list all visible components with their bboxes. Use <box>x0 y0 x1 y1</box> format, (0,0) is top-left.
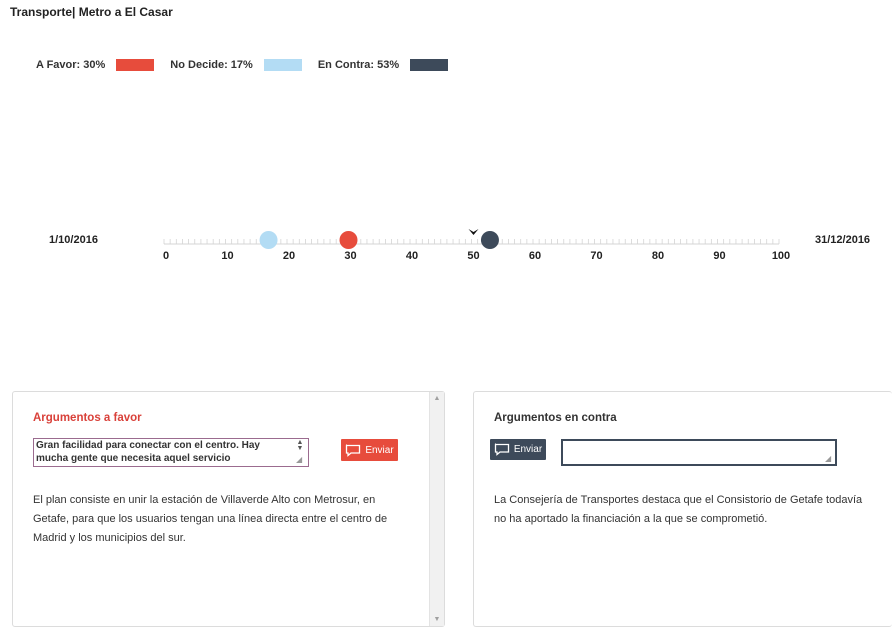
scale-tick-label: 100 <box>772 250 790 262</box>
scale-tick-label: 50 <box>467 250 479 262</box>
scale-point-no-decide[interactable] <box>259 231 278 249</box>
scale-tick-label: 10 <box>221 250 233 262</box>
contra-send-label: Enviar <box>513 444 543 455</box>
favor-input-resize-handle[interactable]: ◢ <box>296 455 306 465</box>
arrow-down-icon[interactable]: ▼ <box>430 616 444 623</box>
contra-input-resize-handle[interactable]: ◢ <box>825 454 835 464</box>
scale-tick-label: 60 <box>529 250 541 262</box>
speech-bubble-icon <box>346 444 361 457</box>
favor-send-button[interactable]: Enviar <box>341 439 398 461</box>
scale-tick-label: 20 <box>283 250 295 262</box>
favor-panel-text: El plan consiste en unir la estación de … <box>33 494 388 544</box>
scale-point-en-contra[interactable] <box>480 231 499 249</box>
favor-panel: Argumentos a favor ▲▼ ◢ Enviar El plan c… <box>12 391 445 627</box>
contra-panel-text: La Consejería de Transportes destaca que… <box>494 494 863 525</box>
scale-tick-label: 0 <box>163 250 169 262</box>
contra-panel-title: Argumentos en contra <box>494 412 617 424</box>
contra-panel: Argumentos en contra Enviar ◢ La Conseje… <box>473 391 892 627</box>
favor-panel-title: Argumentos a favor <box>33 412 142 424</box>
scale-tick-label: 70 <box>590 250 602 262</box>
favor-send-label: Enviar <box>365 444 394 456</box>
favor-argument-input[interactable] <box>33 438 309 467</box>
scale-tick-label: 80 <box>652 250 664 262</box>
chevron-down-icon <box>468 229 479 235</box>
contra-argument-input[interactable] <box>561 439 837 466</box>
scale-point-a-favor[interactable] <box>339 231 358 249</box>
favor-panel-scrollbar[interactable]: ▲ ▼ <box>429 392 444 626</box>
speech-bubble-icon <box>494 443 509 456</box>
scale-tick-label: 90 <box>713 250 725 262</box>
scale-tick-label: 30 <box>344 250 356 262</box>
favor-input-spinner[interactable]: ▲ ▼ <box>294 439 306 452</box>
scale-tick-label: 40 <box>406 250 418 262</box>
contra-send-button[interactable]: Enviar <box>490 439 546 460</box>
arrow-up-icon[interactable]: ▲ <box>430 395 444 402</box>
